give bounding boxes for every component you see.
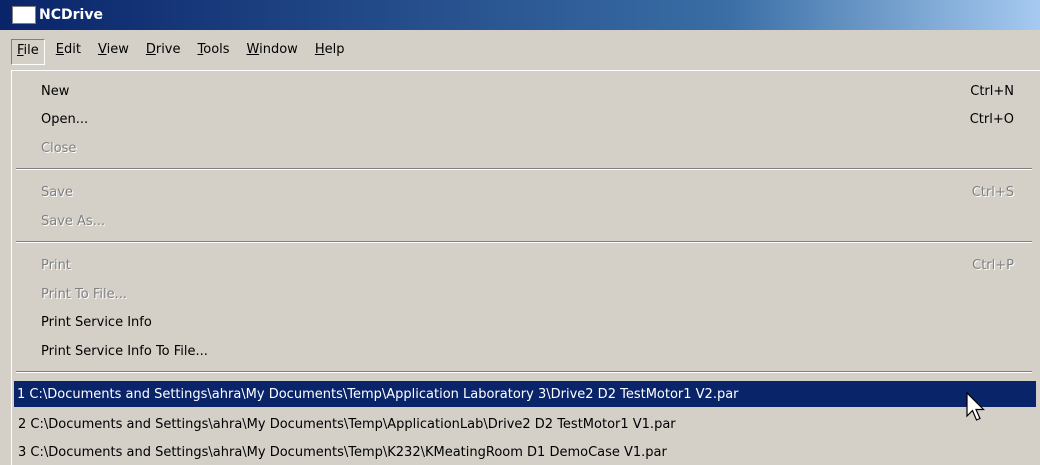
menu-help-label: elp [324, 42, 345, 57]
menu-item-open[interactable]: Open... Ctrl+O [14, 106, 1036, 132]
menu-edit[interactable]: Edit [50, 39, 87, 65]
menu-item-print-service-info-label: Print Service Info [41, 314, 152, 330]
menu-bar: File Edit View Drive Tools Window Help [0, 32, 1040, 68]
menu-separator [16, 241, 1032, 243]
menu-drive-label: rive [155, 42, 181, 57]
menu-help[interactable]: Help [309, 39, 351, 65]
menu-edit-label: dit [64, 42, 81, 57]
menu-window-label: indow [259, 42, 298, 57]
menu-window[interactable]: Window [241, 39, 304, 65]
menu-item-new[interactable]: New Ctrl+N [14, 78, 1036, 104]
menu-item-print-to-file-label: Print To File... [41, 286, 128, 302]
app-window: NCDrive File Edit View Drive Tools Windo… [0, 0, 1040, 465]
menu-item-open-label: Open... [41, 111, 89, 127]
menu-item-print-shortcut: Ctrl+P [972, 257, 1014, 273]
menu-item-save-as-label: Save As... [41, 213, 106, 229]
file-menu-dropdown: New Ctrl+N Open... Ctrl+O Close Save Ctr… [11, 70, 1040, 465]
menu-item-save-shortcut: Ctrl+S [971, 184, 1014, 200]
menu-window-accel: W [246, 42, 260, 57]
menu-tools[interactable]: Tools [192, 39, 236, 65]
menu-item-new-shortcut: Ctrl+N [970, 83, 1014, 99]
menu-item-print-service-info[interactable]: Print Service Info [14, 309, 1036, 335]
recent-file-item-3[interactable]: 3 C:\Documents and Settings\ahra\My Docu… [14, 439, 1036, 465]
recent-file-2-label: 2 C:\Documents and Settings\ahra\My Docu… [18, 416, 676, 432]
window-title: NCDrive [39, 7, 103, 23]
recent-file-3-label: 3 C:\Documents and Settings\ahra\My Docu… [18, 444, 667, 460]
menu-file[interactable]: File [11, 39, 45, 65]
menu-file-label: ile [23, 43, 39, 58]
menu-item-print: Print Ctrl+P [14, 252, 1036, 278]
recent-file-1-label: 1 C:\Documents and Settings\ahra\My Docu… [17, 386, 739, 402]
menu-view-label: iew [106, 42, 129, 57]
menu-item-close: Close [14, 135, 1036, 161]
menu-item-print-service-info-to-file[interactable]: Print Service Info To File... [14, 338, 1036, 364]
menu-item-print-label: Print [41, 257, 71, 273]
menu-item-save: Save Ctrl+S [14, 179, 1036, 205]
menu-view[interactable]: View [92, 39, 135, 65]
menu-item-save-as: Save As... [14, 208, 1036, 234]
recent-file-item-1[interactable]: 1 C:\Documents and Settings\ahra\My Docu… [14, 381, 1036, 407]
menu-item-open-shortcut: Ctrl+O [969, 111, 1014, 127]
menu-edit-accel: E [55, 42, 64, 57]
app-icon [12, 6, 36, 24]
menu-separator [16, 371, 1032, 373]
menu-item-print-to-file: Print To File... [14, 281, 1036, 307]
title-bar[interactable]: NCDrive [0, 0, 1040, 30]
menu-item-save-label: Save [41, 184, 73, 200]
menu-drive-accel: D [145, 42, 156, 57]
menu-view-accel: V [97, 42, 107, 57]
recent-file-item-2[interactable]: 2 C:\Documents and Settings\ahra\My Docu… [14, 411, 1036, 437]
menu-tools-label: ools [203, 42, 230, 57]
menu-item-close-label: Close [41, 140, 77, 156]
menu-help-accel: H [314, 42, 325, 57]
menu-item-print-service-info-to-file-label: Print Service Info To File... [41, 343, 208, 359]
menu-separator [16, 168, 1032, 170]
menu-item-new-label: New [41, 83, 70, 99]
mouse-pointer-icon [966, 392, 985, 421]
menu-drive[interactable]: Drive [140, 39, 187, 65]
